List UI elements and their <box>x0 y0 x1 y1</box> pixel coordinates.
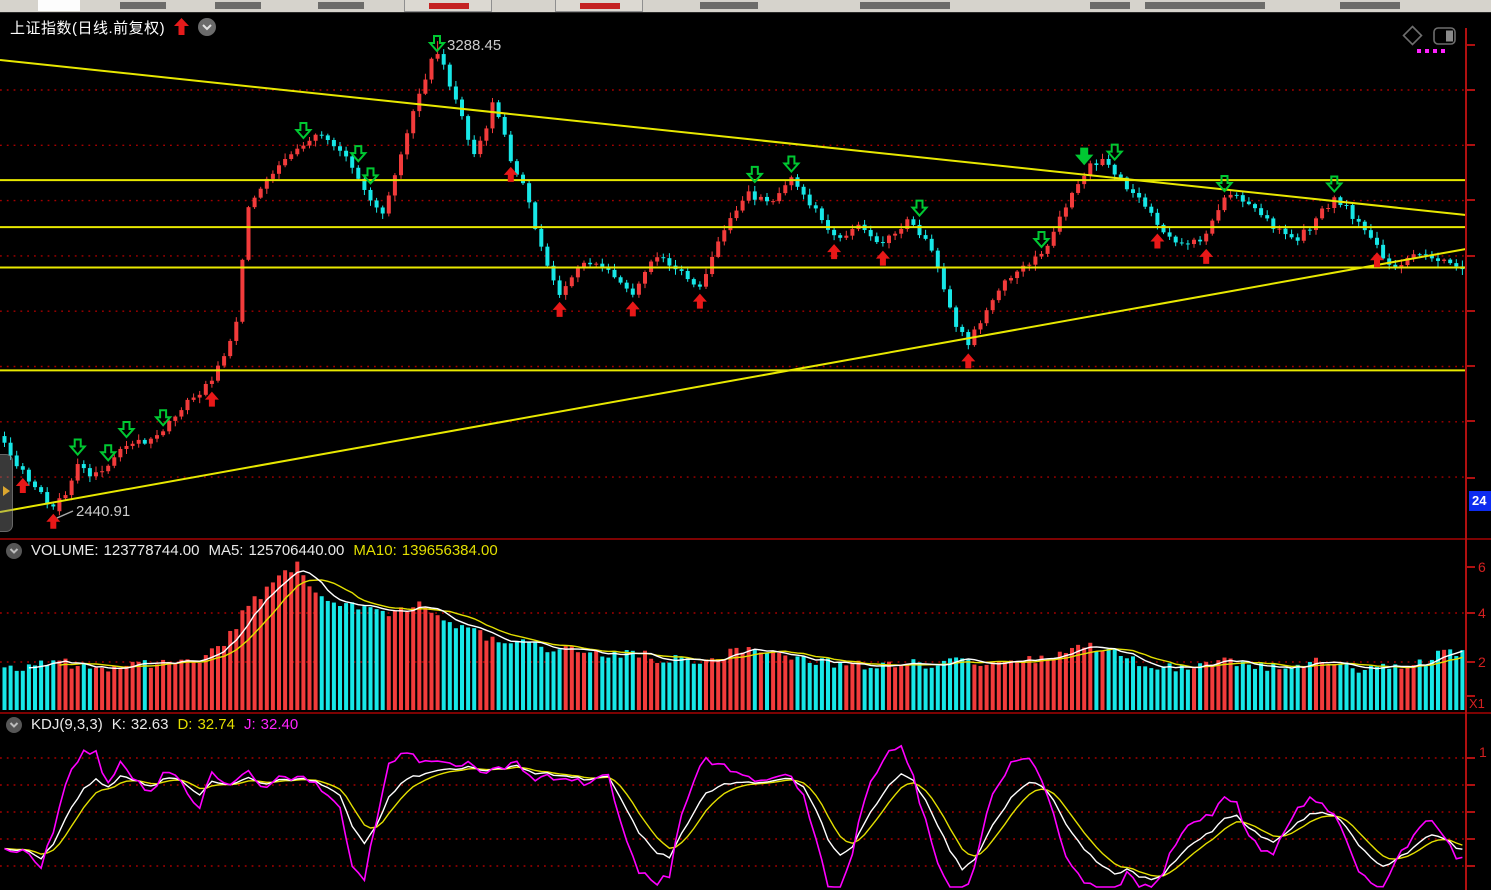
kdj-axis-tick: 1 <box>1479 744 1487 760</box>
volume-scale-label: X1 <box>1469 696 1485 711</box>
kdj-k-label: K: <box>112 716 126 733</box>
volume-axis-tick: 4 <box>1478 605 1486 621</box>
volume-ma5-value: 125706440.00 <box>248 542 344 559</box>
volume-axis-tick: 2 <box>1478 654 1486 670</box>
volume-axis-tick: 6 <box>1478 559 1486 575</box>
collapse-main-chart-button[interactable] <box>198 18 216 36</box>
peak-price-label: 3288.45 <box>447 37 501 54</box>
app-window: 上证指数(日线.前复权) 3288.45 2440.91 24 <box>0 0 1491 890</box>
kdj-j-value: 32.40 <box>261 716 299 733</box>
chevron-down-icon <box>198 18 216 36</box>
side-drawer-handle[interactable] <box>0 454 13 532</box>
diamond-tool-icon[interactable] <box>1402 25 1423 46</box>
price-axis-tag: 24 <box>1469 491 1491 511</box>
price-up-arrow-icon <box>174 18 189 36</box>
side-panel-toggle-icon[interactable] <box>1433 26 1456 46</box>
kdj-j-label: J: <box>244 716 256 733</box>
kdj-d-value: 32.74 <box>197 716 235 733</box>
volume-ma10-value: 139656384.00 <box>402 542 498 559</box>
volume-value: 123778744.00 <box>104 542 200 559</box>
chart-corner-tools <box>1402 25 1456 46</box>
expand-arrow-icon <box>3 486 10 496</box>
kdj-header: KDJ(9,3,3) K: 32.63 D: 32.74 J: 32.40 <box>6 714 298 735</box>
volume-ma5-label: MA5: <box>208 542 243 559</box>
collapse-volume-button[interactable] <box>6 543 22 559</box>
magenta-dots-indicator <box>1417 49 1445 53</box>
chart-title: 上证指数(日线.前复权) <box>10 17 165 38</box>
chart-title-row: 上证指数(日线.前复权) <box>10 16 216 38</box>
volume-ma10-label: MA10: <box>353 542 396 559</box>
volume-header: VOLUME: 123778744.00 MA5: 125706440.00 M… <box>6 540 498 561</box>
collapse-kdj-button[interactable] <box>6 717 22 733</box>
volume-label: VOLUME: <box>31 542 99 559</box>
chevron-down-icon <box>6 717 22 733</box>
chevron-down-icon <box>6 543 22 559</box>
chart-canvas[interactable] <box>0 0 1491 890</box>
kdj-label: KDJ(9,3,3) <box>31 716 103 733</box>
kdj-k-value: 32.63 <box>131 716 169 733</box>
kdj-d-label: D: <box>177 716 192 733</box>
low-price-label: 2440.91 <box>76 503 130 520</box>
